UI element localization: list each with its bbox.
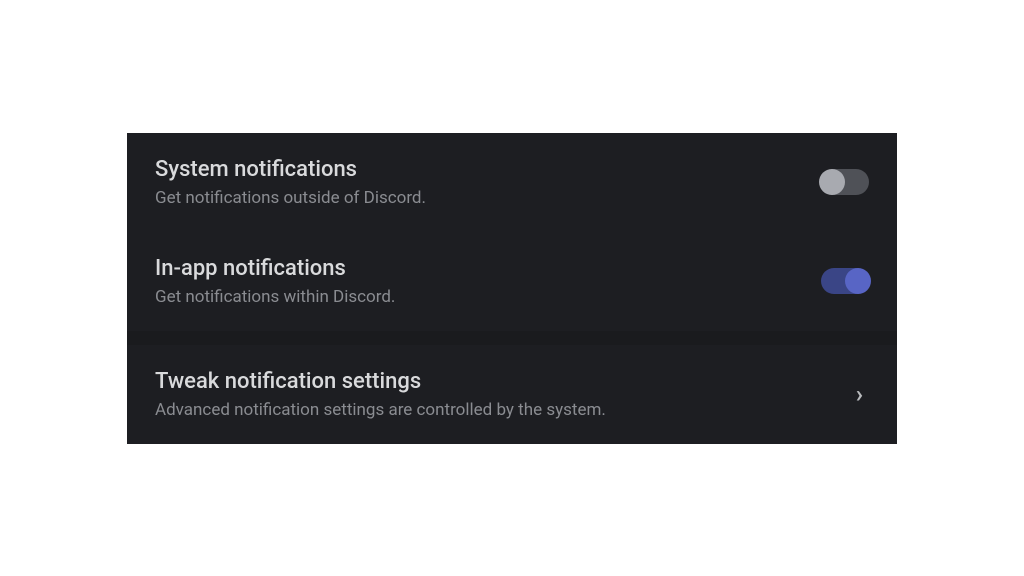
system-notifications-row[interactable]: System notifications Get notifications o… — [127, 133, 897, 232]
tweak-notification-description: Advanced notification settings are contr… — [155, 400, 856, 420]
toggle-knob-icon — [819, 169, 845, 195]
in-app-notifications-row[interactable]: In-app notifications Get notifications w… — [127, 232, 897, 331]
system-notifications-description: Get notifications outside of Discord. — [155, 188, 821, 208]
system-notifications-title: System notifications — [155, 157, 821, 182]
tweak-notification-text: Tweak notification settings Advanced not… — [155, 369, 856, 420]
in-app-notifications-description: Get notifications within Discord. — [155, 287, 821, 307]
in-app-notifications-text: In-app notifications Get notifications w… — [155, 256, 821, 307]
chevron-right-icon: › — [856, 380, 869, 408]
system-notifications-toggle[interactable] — [821, 169, 869, 195]
system-notifications-text: System notifications Get notifications o… — [155, 157, 821, 208]
in-app-notifications-toggle[interactable] — [821, 268, 869, 294]
toggle-knob-icon — [845, 268, 871, 294]
section-divider — [127, 331, 897, 345]
tweak-notification-settings-row[interactable]: Tweak notification settings Advanced not… — [127, 345, 897, 444]
in-app-notifications-title: In-app notifications — [155, 256, 821, 281]
notification-settings-panel: System notifications Get notifications o… — [127, 133, 897, 444]
tweak-notification-title: Tweak notification settings — [155, 369, 856, 394]
